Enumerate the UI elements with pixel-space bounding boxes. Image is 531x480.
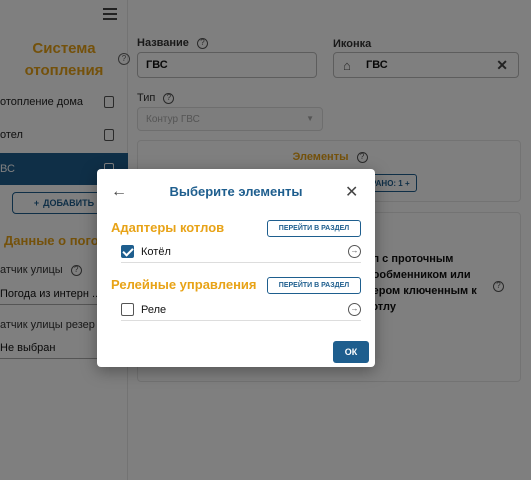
list-item[interactable]: Котёл → — [121, 241, 361, 263]
close-icon[interactable]: ✕ — [345, 182, 358, 202]
group-title-relay-controls: Релейные управления — [111, 277, 257, 292]
arrow-right-circle-icon[interactable]: → — [348, 245, 361, 258]
list-item[interactable]: Реле → — [121, 299, 361, 321]
select-elements-dialog: ← Выберите элементы ✕ Адаптеры котлов ПЕ… — [97, 169, 375, 367]
group-title-boiler-adapters: Адаптеры котлов — [111, 220, 225, 235]
list-item-label: Котёл — [141, 245, 171, 258]
ok-button[interactable]: ОК — [333, 341, 369, 363]
dialog-title: Выберите элементы — [169, 184, 303, 199]
list-item-label: Реле — [141, 303, 167, 316]
goto-section-button[interactable]: ПЕРЕЙТИ В РАЗДЕЛ — [267, 220, 361, 237]
goto-section-button[interactable]: ПЕРЕЙТИ В РАЗДЕЛ — [267, 277, 361, 294]
checkbox-unchecked[interactable] — [121, 303, 134, 316]
checkbox-checked[interactable] — [121, 245, 134, 258]
arrow-right-circle-icon[interactable]: → — [348, 303, 361, 316]
